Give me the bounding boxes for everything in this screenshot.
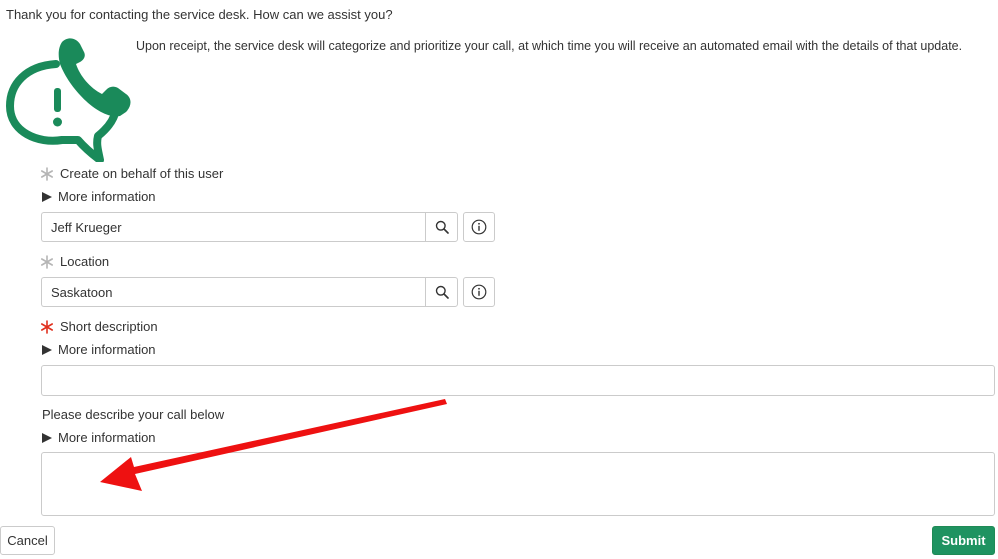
triangle-right-icon [42, 344, 52, 355]
on-behalf-label: Create on behalf of this user [60, 166, 224, 181]
on-behalf-label-row: Create on behalf of this user [40, 166, 223, 181]
on-behalf-more-info[interactable]: More information [42, 189, 156, 204]
short-description-label-row: Short description [40, 319, 158, 334]
intro-text: Upon receipt, the service desk will cate… [136, 39, 963, 53]
triangle-right-icon [42, 432, 52, 443]
search-icon [435, 285, 449, 299]
location-label: Location [60, 254, 110, 269]
info-icon [471, 284, 487, 300]
location-info-button[interactable] [463, 277, 495, 307]
search-icon [435, 220, 449, 234]
required-asterisk-icon [40, 319, 53, 334]
short-description-input[interactable] [41, 365, 995, 396]
phone-alert-bubble-icon [6, 38, 131, 162]
optional-asterisk-icon [40, 166, 53, 181]
on-behalf-info-button[interactable] [463, 212, 495, 242]
more-info-label: More information [58, 189, 156, 204]
more-info-label: More information [58, 430, 156, 445]
triangle-right-icon [42, 191, 52, 202]
location-field[interactable]: Saskatoon [41, 277, 425, 307]
description-textarea[interactable] [41, 452, 995, 516]
page-title: Thank you for contacting the service des… [6, 7, 393, 22]
location-label-row: Location [40, 254, 109, 269]
more-info-label: More information [58, 342, 156, 357]
submit-button[interactable]: Submit [932, 526, 995, 555]
description-more-info[interactable]: More information [42, 430, 156, 445]
optional-asterisk-icon [40, 254, 53, 269]
short-description-more-info[interactable]: More information [42, 342, 156, 357]
location-search-button[interactable] [425, 277, 458, 307]
on-behalf-user-field[interactable]: Jeff Krueger [41, 212, 425, 242]
description-label: Please describe your call below [42, 407, 225, 422]
info-icon [471, 219, 487, 235]
cancel-button[interactable]: Cancel [0, 526, 55, 555]
on-behalf-search-button[interactable] [425, 212, 458, 242]
short-description-label: Short description [60, 319, 158, 334]
